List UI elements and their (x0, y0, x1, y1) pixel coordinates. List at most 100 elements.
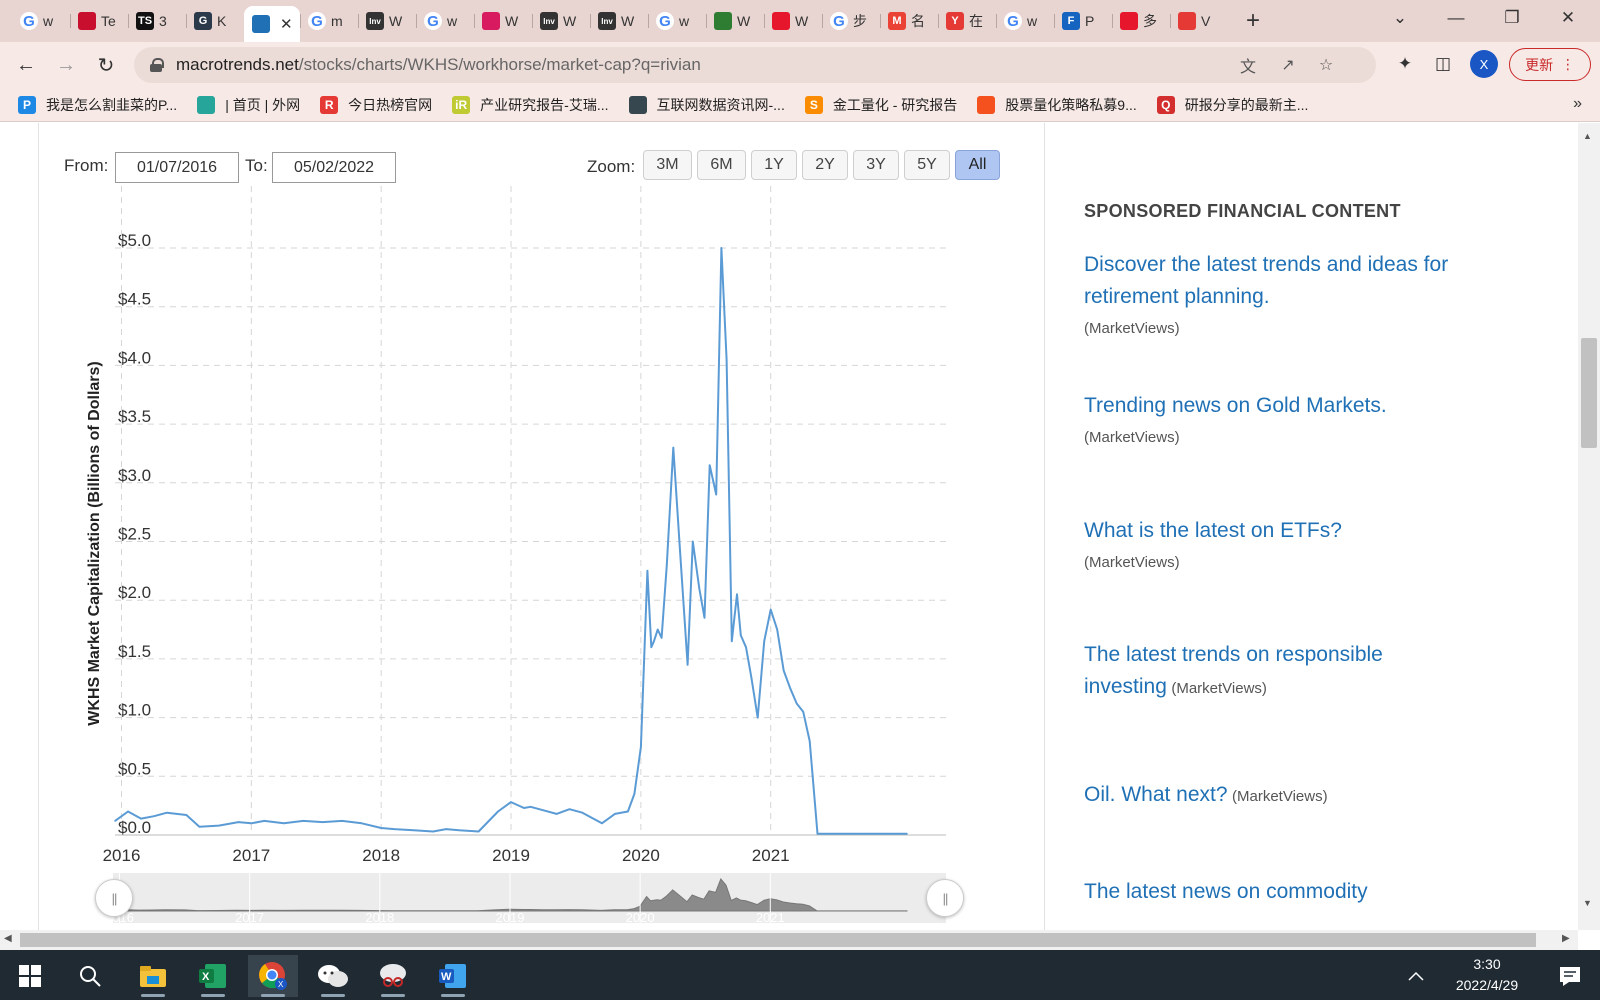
bookmark-label: 互联网数据资讯网-... (656, 96, 785, 113)
extensions-icon[interactable]: ✦ (1390, 49, 1420, 79)
browser-tab[interactable]: W (474, 5, 532, 37)
windows-start-icon[interactable] (5, 955, 55, 997)
google-icon: G (308, 12, 326, 30)
browser-tab[interactable]: FP (1054, 5, 1112, 37)
browser-tab[interactable]: W (706, 5, 764, 37)
browser-tab[interactable]: 多 (1112, 5, 1170, 37)
fe-icon: F (1062, 12, 1080, 30)
bookmark-label: 我是怎么割韭菜的P... (46, 96, 178, 113)
browser-tab[interactable]: Gw (416, 5, 474, 37)
bookmark-item[interactable]: 互联网数据资讯网-... (628, 95, 785, 115)
translate-icon[interactable]: 文 (1238, 55, 1258, 76)
bookmark-item[interactable]: P 我是怎么割韭菜的P... (18, 95, 177, 115)
browser-tab[interactable]: GK (186, 5, 244, 37)
chevron-up-icon[interactable] (1403, 955, 1429, 997)
clock-date: 2022/4/29 (1455, 977, 1519, 993)
macrotrends-icon (252, 15, 270, 33)
bookmark-label: | 首页 | 外网 (225, 96, 301, 113)
browser-tab[interactable]: Inv W (358, 5, 416, 37)
update-button[interactable]: 更新 ⋮ (1509, 48, 1591, 81)
flame-icon (977, 95, 996, 114)
sponsored-item: The latest news on commodity (1084, 877, 1464, 909)
tab-title: 步 (853, 13, 867, 29)
navigator-right-handle[interactable]: || (926, 879, 964, 917)
sponsored-link[interactable]: Trending news on Gold Markets. (1084, 394, 1387, 417)
wechat-icon[interactable] (308, 955, 358, 997)
back-icon[interactable]: ← (6, 47, 46, 83)
minimize-icon[interactable]: — (1428, 0, 1484, 36)
bookmark-label: 金工量化 - 研究报告 (832, 96, 958, 113)
browser-tab[interactable]: V (1170, 5, 1228, 37)
bookmark-item[interactable]: R 今日热榜官网 (320, 95, 432, 115)
tab-search-icon[interactable]: ⌄ (1372, 0, 1428, 36)
url-host: macrotrends.net (176, 55, 299, 74)
browser-tab[interactable]: M名 (880, 5, 938, 37)
s-icon: S (804, 95, 823, 114)
vertical-scrollbar[interactable]: ▲ ▼ (1578, 123, 1600, 930)
navigator-left-handle[interactable]: || (95, 879, 133, 917)
browser-tab[interactable]: Y在 (938, 5, 996, 37)
browser-tab[interactable]: W (764, 5, 822, 37)
horizontal-scrollbar[interactable]: ◀ ▶ (0, 930, 1578, 950)
snipping-tool-icon[interactable] (368, 955, 418, 997)
bookmark-item[interactable]: | 首页 | 外网 (197, 95, 300, 115)
sponsored-link[interactable]: What is the latest on ETFs? (1084, 519, 1342, 542)
sponsored-link[interactable]: Oil. What next? (1084, 783, 1228, 806)
browser-tab[interactable]: Inv W (590, 5, 648, 37)
side-panel-icon[interactable]: ◫ (1428, 49, 1458, 79)
browser-tab[interactable]: Gw (12, 5, 70, 37)
reload-icon[interactable]: ↻ (86, 47, 126, 83)
word-icon[interactable]: W (428, 955, 478, 997)
navigator-tick-label: 2021 (756, 910, 785, 925)
bird-bm-icon (197, 95, 216, 114)
file-explorer-icon[interactable] (128, 955, 178, 997)
tab-strip: Gw Te TS 3 G K ✕ Gm Inv W Gw W Inv W Inv W Gw W W G 步 M 名 Y 在 Gw F… (0, 0, 1600, 42)
vertical-scroll-thumb[interactable] (1581, 338, 1597, 448)
scroll-down-icon[interactable]: ▼ (1583, 898, 1592, 908)
weibo-icon (772, 12, 790, 30)
chrome-icon[interactable]: X (248, 955, 298, 997)
tab-active[interactable]: ✕ (244, 6, 300, 42)
bookmark-star-icon[interactable]: ☆ (1316, 55, 1336, 75)
tab-title: 名 (911, 13, 925, 29)
browser-tab[interactable]: Te (70, 5, 128, 37)
notification-icon[interactable] (1545, 955, 1595, 997)
gbz-icon: G (194, 12, 212, 30)
restore-icon[interactable]: ❐ (1484, 0, 1540, 36)
forward-icon[interactable]: → (46, 47, 86, 83)
new-tab-button[interactable]: + (1236, 4, 1270, 38)
browser-tab[interactable]: Inv W (532, 5, 590, 37)
y-icon: Y (946, 12, 964, 30)
scroll-right-icon[interactable]: ▶ (1562, 933, 1570, 944)
profile-avatar[interactable]: X (1470, 50, 1498, 78)
tab-title: P (1085, 13, 1095, 29)
bookmark-item[interactable]: S 金工量化 - 研究报告 (804, 95, 958, 115)
navigator-tick-label: 2020 (626, 910, 655, 925)
bookmark-label: 产业研究报告-艾瑞... (480, 96, 609, 113)
clock[interactable]: 3:30 2022/4/29 (1432, 954, 1542, 996)
bookmark-item[interactable]: Q 研报分享的最新主... (1156, 95, 1308, 115)
browser-tab[interactable]: Gm (300, 5, 358, 37)
close-window-icon[interactable]: ✕ (1540, 0, 1596, 36)
browser-tab[interactable]: Gw (996, 5, 1054, 37)
bookmark-item[interactable]: iR 产业研究报告-艾瑞... (452, 95, 609, 115)
lock-icon[interactable] (150, 58, 164, 72)
sponsored-link[interactable]: Discover the latest trends and ideas for… (1084, 253, 1448, 308)
sponsored-link[interactable]: The latest news on commodity (1084, 880, 1368, 903)
scroll-left-icon[interactable]: ◀ (4, 933, 12, 944)
navigator-preview: 2016 2017 2018 2019 2020 2021 (105, 873, 908, 925)
close-tab-icon[interactable]: ✕ (280, 15, 293, 33)
excel-icon[interactable]: X (188, 955, 238, 997)
more-bookmarks-icon[interactable]: » (1573, 95, 1582, 113)
browser-tab[interactable]: G步 (822, 5, 880, 37)
search-icon[interactable] (65, 955, 115, 997)
browser-tab[interactable]: Gw (648, 5, 706, 37)
bookmark-item[interactable]: 股票量化策略私募9... (977, 95, 1137, 115)
address-bar[interactable]: macrotrends.net/stocks/charts/WKHS/workh… (134, 47, 1376, 83)
browser-tab[interactable]: TS 3 (128, 5, 186, 37)
share-icon[interactable]: ↗ (1278, 55, 1298, 75)
tab-title: w (447, 13, 458, 29)
horizontal-scroll-thumb[interactable] (20, 933, 1536, 947)
sponsored-item: Discover the latest trends and ideas for… (1084, 250, 1464, 344)
scroll-up-icon[interactable]: ▲ (1583, 131, 1592, 141)
